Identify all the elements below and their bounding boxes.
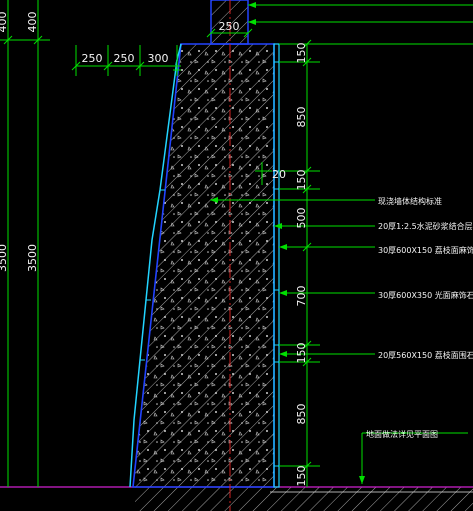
wall-body-aggregate [133,44,274,487]
dim-text-width-3: 300 [148,52,169,65]
dim-text-right-3: 150 [295,170,308,191]
dim-text-right-4: 500 [295,208,308,229]
dim-text-width-1: 250 [82,52,103,65]
note-mortar-layer: 20厚1:2.5水泥砂浆结合层 [378,221,473,231]
wall-section-drawing: 400 400 3500 3500 250 250 300 250 20 150… [0,0,473,511]
ground-left-mask [0,487,135,511]
dim-text-right-6: 150 [295,343,308,364]
dim-text-column: 250 [219,20,240,33]
note-stone-560x150: 20厚560X150 荔枝面围石 [378,350,473,360]
dim-text-right-2: 850 [295,107,308,128]
dim-text-right-5: 700 [295,286,308,307]
note-stone-600x350: 30厚600X350 光面麻饰石 [378,290,473,300]
dim-text-left-3500-a: 3500 [0,244,9,272]
dim-text-right-8: 150 [295,466,308,487]
note-wall-structure: 现浇墙体结构标准 [378,196,442,206]
leader-arrow [248,19,256,25]
dim-text-inner-20: 20 [272,168,286,181]
dim-text-width-2: 250 [114,52,135,65]
dim-text-left-3500-b: 3500 [26,244,39,272]
right-dim-ticks [279,39,473,471]
leader-arrow [248,2,256,8]
dim-text-left-400-a: 400 [0,12,9,33]
dim-text-left-400-b: 400 [26,12,39,33]
dim-text-right-1: 150 [295,43,308,64]
dim-text-right-7: 850 [295,404,308,425]
note-stone-600x150: 30厚600X150 荔枝面麻饰石 [378,245,473,255]
note-floor-detail: 地面做法详见平面图 [366,429,438,439]
